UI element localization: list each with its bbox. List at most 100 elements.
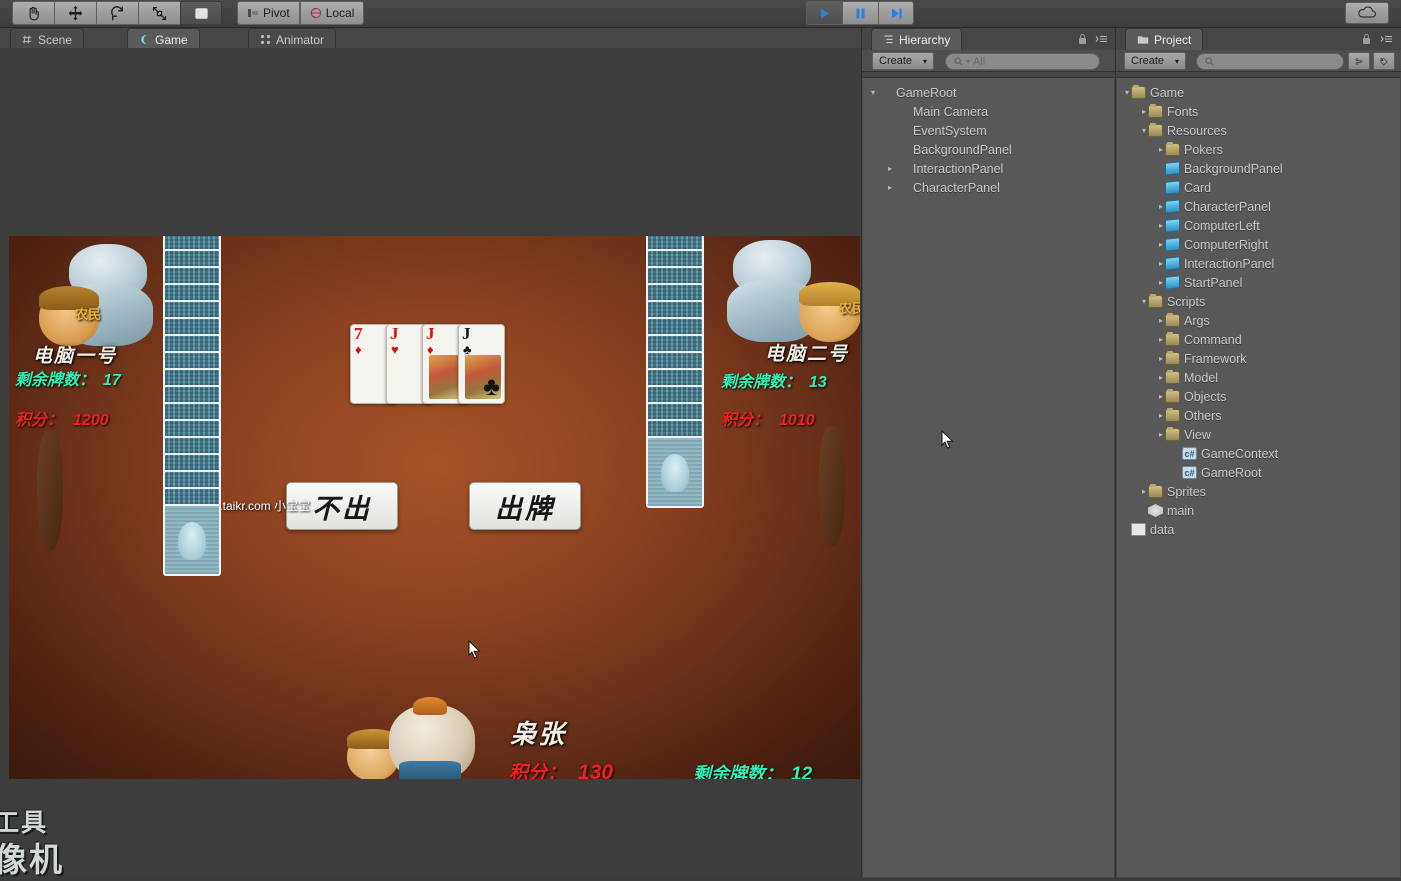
project-tree[interactable]: ▾ Game ▸ Fonts ▾ Resources ▸ Pokers BackgroundPa… (1117, 78, 1400, 539)
chevron-right-icon[interactable]: ▸ (1157, 145, 1165, 154)
filter-by-type-button[interactable] (1348, 52, 1370, 70)
tree-item[interactable]: ▸ Sprites (1117, 482, 1400, 501)
tree-item[interactable]: c# GameContext (1117, 444, 1400, 463)
tree-item[interactable]: ▸ InteractionPanel (863, 159, 1114, 178)
tree-item[interactable]: ▾ Resources (1117, 121, 1400, 140)
tree-item[interactable]: ▸ Command (1117, 330, 1400, 349)
project-search-input[interactable] (1196, 53, 1344, 70)
tree-item[interactable]: EventSystem (863, 121, 1114, 140)
hierarchy-create-button[interactable]: Create ▾ (872, 52, 934, 70)
tree-item[interactable]: ▾ GameRoot (863, 83, 1114, 102)
tree-item[interactable]: ▸ Pokers (1117, 140, 1400, 159)
play-cards-button[interactable]: 出牌 (469, 482, 581, 530)
search-icon (1205, 57, 1214, 66)
tab-project[interactable]: Project (1125, 28, 1204, 50)
tab-animator[interactable]: Animator (248, 28, 337, 50)
script-icon: c# (1182, 466, 1197, 479)
chevron-right-icon[interactable]: ▸ (886, 183, 894, 192)
pivot-dropdown[interactable]: Pivot (237, 1, 300, 25)
move-tool-button[interactable] (54, 1, 96, 25)
character-bottom-cap (413, 697, 447, 715)
chevron-down-icon[interactable]: ▾ (1140, 126, 1148, 135)
chevron-down-icon[interactable]: ▾ (1140, 297, 1148, 306)
tree-item[interactable]: Card (1117, 178, 1400, 197)
tree-item[interactable]: ▸ ComputerRight (1117, 235, 1400, 254)
chevron-right-icon[interactable]: ▸ (1157, 392, 1165, 401)
chevron-down-icon[interactable]: ▾ (869, 88, 877, 97)
tree-item-label: Args (1184, 313, 1210, 328)
tree-item-label: Framework (1184, 351, 1247, 366)
chevron-right-icon[interactable]: ▸ (1140, 107, 1148, 116)
hierarchy-tree[interactable]: ▾ GameRoot Main Camera EventSystem Backgroun… (863, 78, 1114, 197)
left-player-card-stack (163, 236, 221, 576)
asset-type-icon (1355, 57, 1363, 65)
tree-item[interactable]: Main Camera (863, 102, 1114, 121)
local-dropdown[interactable]: Local (299, 1, 365, 25)
tree-item-label: Card (1184, 180, 1212, 195)
tree-item[interactable]: BackgroundPanel (1117, 159, 1400, 178)
play-button[interactable] (806, 1, 842, 25)
chevron-right-icon[interactable]: ▸ (1157, 316, 1165, 325)
step-button[interactable] (878, 1, 914, 25)
chevron-right-icon[interactable]: ▸ (1157, 430, 1165, 439)
game-letterbox-top (0, 48, 861, 236)
tree-item[interactable]: ▸ CharacterPanel (1117, 197, 1400, 216)
tree-item[interactable]: BackgroundPanel (863, 140, 1114, 159)
hierarchy-search-input[interactable]: ▾ All (945, 53, 1100, 70)
hierarchy-panel: Hierarchy Create ▾ ▾ All ▾ GameRoot Main C… (861, 28, 1116, 878)
chevron-right-icon[interactable]: ▸ (1157, 240, 1165, 249)
prefab-icon (1165, 199, 1180, 214)
tree-item[interactable]: ▸ View (1117, 425, 1400, 444)
chevron-right-icon[interactable]: ▸ (1140, 487, 1148, 496)
chevron-right-icon[interactable]: ▸ (1157, 373, 1165, 382)
chevron-right-icon[interactable]: ▸ (1157, 335, 1165, 344)
lock-icon[interactable] (1361, 33, 1372, 45)
tree-item[interactable]: data (1117, 520, 1400, 539)
panel-menu-icon[interactable] (1094, 34, 1108, 44)
cloud-button[interactable] (1345, 2, 1389, 24)
project-create-button[interactable]: Create ▾ (1124, 52, 1186, 70)
tree-item[interactable]: ▸ Model (1117, 368, 1400, 387)
tree-item[interactable]: main (1117, 501, 1400, 520)
tab-hierarchy[interactable]: Hierarchy (871, 28, 963, 50)
cloud-icon (1358, 6, 1377, 18)
game-render-surface[interactable]: 农民 电脑一号 剩余牌数： 17 积分： 1200 农民 电脑二号 剩余牌数： 13 … (9, 236, 860, 779)
pause-button[interactable] (842, 1, 878, 25)
right-player-cards-stat: 剩余牌数： 13 (721, 368, 827, 392)
tree-item[interactable]: ▾ Scripts (1117, 292, 1400, 311)
tree-item[interactable]: ▸ Framework (1117, 349, 1400, 368)
tree-item[interactable]: ▸ Fonts (1117, 102, 1400, 121)
chevron-right-icon[interactable]: ▸ (1157, 221, 1165, 230)
panel-menu-icon[interactable] (1379, 34, 1393, 44)
tree-item[interactable]: ▾ Game (1117, 83, 1400, 102)
rotate-tool-button[interactable] (96, 1, 138, 25)
filter-by-label-button[interactable] (1373, 52, 1395, 70)
tree-item[interactable]: ▸ Others (1117, 406, 1400, 425)
chevron-right-icon[interactable]: ▸ (1157, 278, 1165, 287)
tree-item[interactable]: ▸ Objects (1117, 387, 1400, 406)
lock-icon[interactable] (1077, 33, 1088, 45)
tree-item-label: Game (1150, 85, 1185, 100)
scale-tool-button[interactable] (138, 1, 180, 25)
tree-item[interactable]: ▸ StartPanel (1117, 273, 1400, 292)
tab-game[interactable]: Game (127, 28, 200, 50)
chevron-right-icon[interactable]: ▸ (1157, 259, 1165, 268)
chevron-right-icon[interactable]: ▸ (1157, 411, 1165, 420)
chevron-right-icon[interactable]: ▸ (886, 164, 894, 173)
chevron-right-icon[interactable]: ▸ (1157, 202, 1165, 211)
chevron-down-icon[interactable]: ▾ (1123, 88, 1131, 97)
tree-item[interactable]: ▸ Args (1117, 311, 1400, 330)
tab-scene[interactable]: Scene (10, 28, 85, 50)
right-player-score-stat: 积分： 1010 (721, 406, 815, 430)
tree-item[interactable]: c# GameRoot (1117, 463, 1400, 482)
rect-tool-button[interactable] (180, 1, 222, 25)
gamepad-icon (141, 35, 147, 44)
hand-tool-button[interactable] (12, 1, 54, 25)
card-suit-icon: ♦ (355, 342, 362, 357)
left-cards-value: 17 (103, 372, 121, 389)
tree-item[interactable]: ▸ CharacterPanel (863, 178, 1114, 197)
tree-item[interactable]: ▸ ComputerLeft (1117, 216, 1400, 235)
prefab-icon (1165, 180, 1180, 195)
chevron-right-icon[interactable]: ▸ (1157, 354, 1165, 363)
tree-item[interactable]: ▸ InteractionPanel (1117, 254, 1400, 273)
